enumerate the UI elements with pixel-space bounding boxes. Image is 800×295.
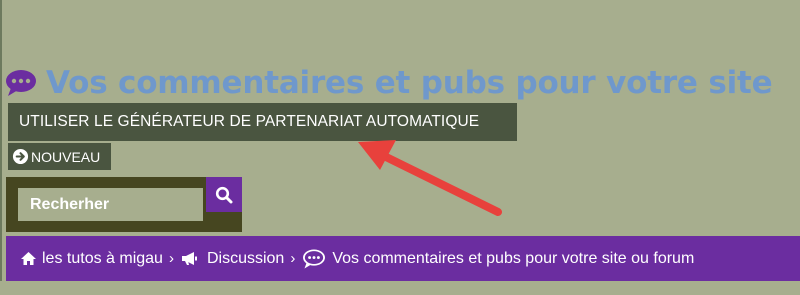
breadcrumb-separator: ›: [290, 250, 296, 267]
page-bottom-area: [0, 281, 800, 295]
search-panel: [6, 177, 242, 232]
breadcrumb-item-current[interactable]: Vos commentaires et pubs pour votre site…: [301, 248, 694, 270]
breadcrumb-link-home[interactable]: les tutos à migau: [42, 250, 163, 268]
breadcrumb-item-home[interactable]: les tutos à migau: [20, 250, 163, 268]
speech-bubble-icon: [6, 70, 36, 96]
breadcrumb-link-current[interactable]: Vos commentaires et pubs pour votre site…: [332, 250, 694, 268]
search-button[interactable]: [206, 177, 242, 212]
circle-arrow-right-icon: [12, 148, 29, 165]
breadcrumb-item-discussion[interactable]: Discussion: [180, 250, 284, 268]
new-topic-label: NOUVEAU: [31, 148, 101, 165]
breadcrumb-separator: ›: [168, 250, 174, 267]
bullhorn-icon: [181, 252, 197, 265]
new-topic-button[interactable]: NOUVEAU: [8, 143, 111, 170]
search-input[interactable]: [18, 188, 203, 221]
breadcrumb: les tutos à migau › Discussion › Vos com…: [6, 236, 800, 281]
page-title: Vos commentaires et pubs pour votre site: [4, 60, 773, 106]
breadcrumb-link-discussion[interactable]: Discussion: [207, 250, 284, 268]
partnership-generator-button[interactable]: UTILISER LE GÉNÉRATEUR DE PARTENARIAT AU…: [8, 103, 517, 141]
page-title-text: Vos commentaires et pubs pour votre site: [46, 65, 773, 101]
home-icon: [21, 252, 36, 265]
page-left-border: [0, 0, 2, 295]
search-icon: [215, 186, 233, 203]
partnership-generator-label: UTILISER LE GÉNÉRATEUR DE PARTENARIAT AU…: [19, 113, 480, 130]
annotation-arrow: [358, 140, 502, 216]
speech-bubble-icon: [303, 248, 326, 269]
